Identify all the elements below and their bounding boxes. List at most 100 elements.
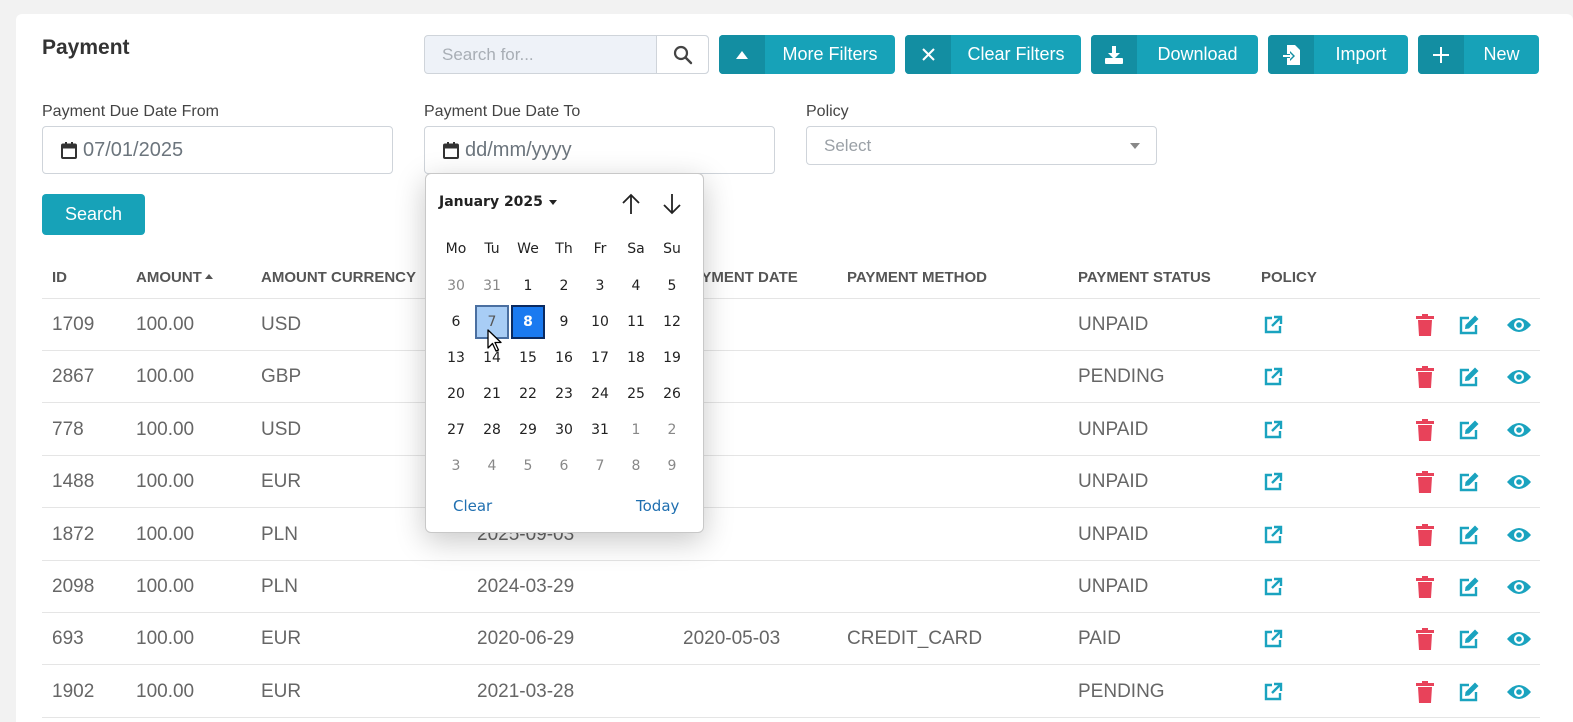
calendar-day[interactable]: 24	[583, 377, 617, 411]
calendar-day[interactable]: 6	[439, 305, 473, 339]
trash-icon[interactable]	[1413, 418, 1437, 442]
calendar-day[interactable]: 30	[439, 269, 473, 303]
calendar-day[interactable]: 10	[583, 305, 617, 339]
due-from-input[interactable]: 07/01/2025	[42, 126, 393, 174]
calendar-day[interactable]: 21	[475, 377, 509, 411]
trash-icon[interactable]	[1413, 470, 1437, 494]
download-icon	[1091, 35, 1137, 74]
calendar-day[interactable]: 26	[655, 377, 689, 411]
calendar-day[interactable]: 13	[439, 341, 473, 375]
col-amount[interactable]: AMOUNT	[136, 269, 213, 286]
prev-month-arrow-up-icon[interactable]	[617, 190, 645, 218]
edit-icon[interactable]	[1457, 313, 1481, 337]
search-button[interactable]: Search	[42, 194, 145, 235]
calendar-day[interactable]: 25	[619, 377, 653, 411]
calendar-day[interactable]: 9	[547, 305, 581, 339]
external-link-icon[interactable]	[1261, 313, 1285, 337]
calendar-day[interactable]: 5	[511, 449, 545, 483]
calendar-day[interactable]: 8	[511, 305, 545, 339]
calendar-day[interactable]: 3	[439, 449, 473, 483]
new-button[interactable]: New	[1418, 35, 1539, 74]
external-link-icon[interactable]	[1261, 680, 1285, 704]
eye-icon[interactable]	[1505, 523, 1533, 547]
edit-icon[interactable]	[1457, 575, 1481, 599]
trash-icon[interactable]	[1413, 313, 1437, 337]
policy-select[interactable]: Select	[806, 126, 1157, 165]
external-link-icon[interactable]	[1261, 627, 1285, 651]
external-link-icon[interactable]	[1261, 575, 1285, 599]
external-link-icon[interactable]	[1261, 418, 1285, 442]
col-payment-method[interactable]: PAYMENT METHOD	[847, 269, 987, 286]
trash-icon[interactable]	[1413, 365, 1437, 389]
clear-filters-button[interactable]: Clear Filters	[905, 35, 1081, 74]
calendar-day[interactable]: 1	[511, 269, 545, 303]
eye-icon[interactable]	[1505, 470, 1533, 494]
calendar-day[interactable]: 15	[511, 341, 545, 375]
edit-icon[interactable]	[1457, 365, 1481, 389]
calendar-day[interactable]: 2	[547, 269, 581, 303]
edit-icon[interactable]	[1457, 470, 1481, 494]
eye-icon[interactable]	[1505, 418, 1533, 442]
calendar-day[interactable]: 31	[475, 269, 509, 303]
calendar-day[interactable]: 23	[547, 377, 581, 411]
calendar-day[interactable]: 11	[619, 305, 653, 339]
calendar-day[interactable]: 28	[475, 413, 509, 447]
eye-icon[interactable]	[1505, 575, 1533, 599]
calendar-day[interactable]: 1	[619, 413, 653, 447]
cell-id: 1872	[52, 523, 95, 545]
calendar-day[interactable]: 2	[655, 413, 689, 447]
calendar-day[interactable]: 20	[439, 377, 473, 411]
calendar-day[interactable]: 22	[511, 377, 545, 411]
download-label: Download	[1157, 44, 1238, 64]
calendar-day[interactable]: 3	[583, 269, 617, 303]
calendar-day[interactable]: 9	[655, 449, 689, 483]
trash-icon[interactable]	[1413, 680, 1437, 704]
calendar-day[interactable]: 7	[583, 449, 617, 483]
plus-icon	[1418, 35, 1464, 74]
calendar-day[interactable]: 12	[655, 305, 689, 339]
edit-icon[interactable]	[1457, 680, 1481, 704]
cell-currency: EUR	[261, 680, 302, 702]
calendar-day[interactable]: 31	[583, 413, 617, 447]
col-amount-currency[interactable]: AMOUNT CURRENCY	[261, 269, 416, 286]
calendar-day[interactable]: 17	[583, 341, 617, 375]
calendar-day[interactable]: 30	[547, 413, 581, 447]
edit-icon[interactable]	[1457, 627, 1481, 651]
import-button[interactable]: Import	[1268, 35, 1408, 74]
calendar-day[interactable]: 27	[439, 413, 473, 447]
month-select[interactable]: January 2025	[439, 194, 557, 210]
due-to-input[interactable]: dd/mm/yyyy	[424, 126, 775, 174]
calendar-day[interactable]: 16	[547, 341, 581, 375]
search-input[interactable]: Search for...	[425, 36, 656, 73]
trash-icon[interactable]	[1413, 575, 1437, 599]
more-filters-button[interactable]: More Filters	[719, 35, 895, 74]
trash-icon[interactable]	[1413, 523, 1437, 547]
download-button[interactable]: Download	[1091, 35, 1258, 74]
calendar-day[interactable]: 29	[511, 413, 545, 447]
calendar-day[interactable]: 19	[655, 341, 689, 375]
calendar-day[interactable]: 8	[619, 449, 653, 483]
calendar-day[interactable]: 6	[547, 449, 581, 483]
calendar-day[interactable]: 5	[655, 269, 689, 303]
calendar-day[interactable]: 18	[619, 341, 653, 375]
eye-icon[interactable]	[1505, 313, 1533, 337]
external-link-icon[interactable]	[1261, 523, 1285, 547]
trash-icon[interactable]	[1413, 627, 1437, 651]
eye-icon[interactable]	[1505, 627, 1533, 651]
calendar-day[interactable]: 4	[619, 269, 653, 303]
external-link-icon[interactable]	[1261, 470, 1285, 494]
col-id[interactable]: ID	[52, 269, 67, 286]
col-policy[interactable]: POLICY	[1261, 269, 1317, 286]
cell-amount: 100.00	[136, 418, 195, 440]
edit-icon[interactable]	[1457, 523, 1481, 547]
next-month-arrow-down-icon[interactable]	[658, 190, 686, 218]
external-link-icon[interactable]	[1261, 365, 1285, 389]
clear-date-button[interactable]: Clear	[453, 497, 492, 515]
calendar-day[interactable]: 4	[475, 449, 509, 483]
edit-icon[interactable]	[1457, 418, 1481, 442]
col-payment-status[interactable]: PAYMENT STATUS	[1078, 269, 1211, 286]
eye-icon[interactable]	[1505, 680, 1533, 704]
search-icon[interactable]	[656, 36, 708, 73]
today-button[interactable]: Today	[636, 497, 679, 515]
eye-icon[interactable]	[1505, 365, 1533, 389]
